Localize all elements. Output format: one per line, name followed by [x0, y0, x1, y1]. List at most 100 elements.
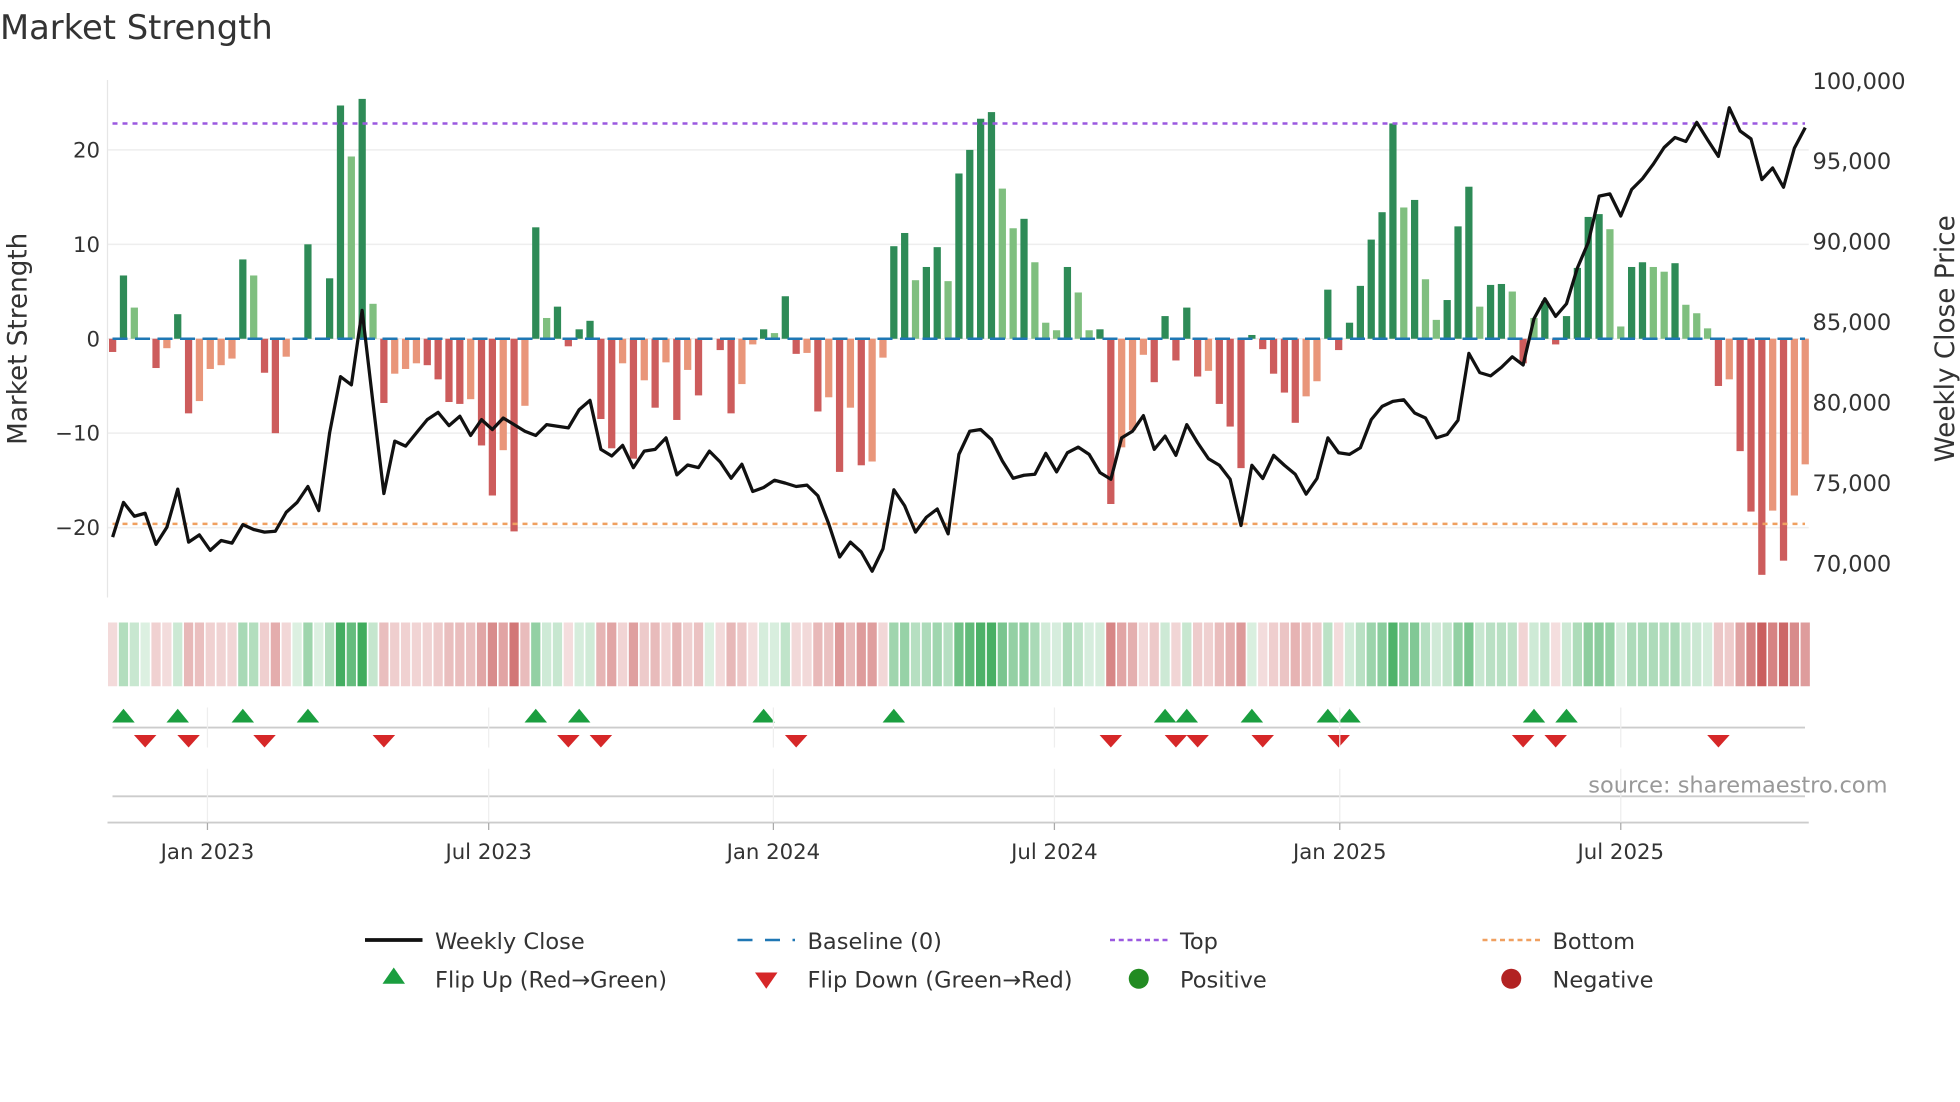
- strength-bar: [1389, 123, 1397, 339]
- strength-bar: [445, 338, 453, 403]
- heatmap-cell: [1420, 622, 1431, 687]
- legend-item: Negative: [1501, 968, 1653, 994]
- x-tick-label: Jan 2024: [725, 840, 821, 865]
- strength-bar: [1378, 212, 1386, 339]
- heatmap-cell: [259, 622, 270, 687]
- flip-up-marker: [1153, 708, 1177, 723]
- strength-bar: [1454, 226, 1462, 339]
- x-tick-label: Jul 2024: [1009, 840, 1097, 865]
- heatmap-cell: [270, 622, 280, 687]
- strength-bar: [1204, 338, 1213, 371]
- legend-label: Bottom: [1553, 929, 1636, 955]
- strength-bar: [1161, 316, 1169, 339]
- strength-bar: [857, 338, 865, 466]
- strength-bar: [250, 275, 258, 339]
- heatmap-cell: [1193, 622, 1203, 687]
- strength-bar: [618, 338, 627, 364]
- heatmap-cell: [910, 622, 921, 687]
- y2-axis-label: Weekly Close Price: [1931, 215, 1960, 462]
- heatmap-cell: [466, 622, 476, 687]
- y-tick-label: −10: [55, 422, 100, 447]
- heatmap-cell: [1800, 622, 1810, 687]
- strength-bar: [1638, 262, 1647, 339]
- strength-bar: [1703, 328, 1712, 339]
- heatmap-cell: [1475, 622, 1485, 687]
- flip-down-marker: [784, 735, 808, 748]
- legend-label: Flip Down (Green→Red): [808, 968, 1073, 994]
- strength-bar: [1617, 326, 1625, 339]
- heatmap-cell: [1279, 622, 1290, 687]
- heatmap-cell: [498, 622, 508, 687]
- heatmap-cell: [303, 622, 313, 687]
- heatmap-cell: [1572, 622, 1582, 687]
- strength-bar: [944, 281, 952, 339]
- heatmap-cell: [325, 622, 335, 687]
- strength-bar: [1118, 338, 1126, 448]
- heatmap-cell: [476, 622, 487, 687]
- heatmap-cell: [748, 622, 758, 687]
- heatmap-cell: [487, 622, 497, 687]
- heatmap-cell: [845, 622, 856, 687]
- strength-bar: [206, 338, 214, 369]
- strength-bar: [412, 338, 421, 364]
- flip-up-marker: [524, 708, 548, 723]
- strength-bar: [1693, 313, 1701, 339]
- heatmap-cell: [639, 622, 649, 687]
- strength-bar: [684, 338, 692, 370]
- chart-title: Market Strength: [0, 8, 273, 47]
- heatmap-cell: [249, 622, 259, 687]
- heatmap-cell: [346, 622, 356, 687]
- strength-bar: [1682, 304, 1690, 339]
- strength-bar: [966, 149, 974, 339]
- heatmap-cell: [1768, 622, 1778, 687]
- legend-item: Bottom: [1482, 929, 1636, 955]
- flip-down-marker: [589, 735, 613, 748]
- strength-bar: [694, 338, 703, 396]
- heatmap-cell: [780, 622, 790, 687]
- strength-bar: [1725, 338, 1733, 380]
- y2-tick-label: 95,000: [1813, 149, 1892, 175]
- heatmap-cell: [1062, 622, 1073, 687]
- heatmap-cell: [552, 622, 563, 687]
- strength-bar: [488, 338, 496, 496]
- strength-bar: [358, 98, 366, 339]
- strength-bar: [1269, 338, 1278, 374]
- heatmap-cell: [1312, 622, 1322, 687]
- heatmap-cell: [1247, 622, 1257, 687]
- legend-label: Negative: [1553, 968, 1654, 994]
- heatmap-cell: [943, 622, 953, 687]
- heatmap-cell: [1366, 622, 1376, 687]
- heatmap-cell: [216, 622, 226, 687]
- strength-bar: [673, 338, 681, 420]
- strength-bar: [1497, 283, 1506, 339]
- heatmap-cell: [1160, 622, 1170, 687]
- heatmap-cell: [1464, 622, 1474, 687]
- flip-down-marker: [1099, 735, 1123, 748]
- strength-bar: [163, 338, 171, 349]
- strength-bar: [1291, 338, 1299, 423]
- strength-bar: [846, 338, 855, 408]
- strength-bar: [1313, 338, 1321, 382]
- heatmap-cell: [1551, 622, 1561, 687]
- strength-bar: [586, 320, 594, 339]
- strength-bar: [955, 173, 963, 339]
- strength-bar: [868, 338, 876, 462]
- strength-bar: [1476, 306, 1484, 339]
- heatmap-cell: [1702, 622, 1713, 687]
- strength-bar: [1649, 266, 1657, 339]
- strength-bar: [467, 338, 475, 400]
- heatmap-cell: [194, 622, 205, 687]
- flip-down-marker: [177, 735, 200, 748]
- heatmap-cell: [1355, 622, 1365, 687]
- strength-bar: [195, 338, 204, 402]
- strength-bar: [1345, 322, 1354, 339]
- heatmap-cell: [769, 622, 780, 687]
- strength-bar: [640, 338, 648, 381]
- strength-bar: [1194, 338, 1202, 377]
- heatmap-cell: [1431, 622, 1441, 687]
- y2-tick-label: 80,000: [1813, 390, 1892, 416]
- y-tick-label: −20: [55, 516, 100, 541]
- heatmap-cell: [574, 622, 584, 687]
- legend-item: Weekly Close: [365, 929, 585, 955]
- heatmap-cell: [563, 622, 573, 687]
